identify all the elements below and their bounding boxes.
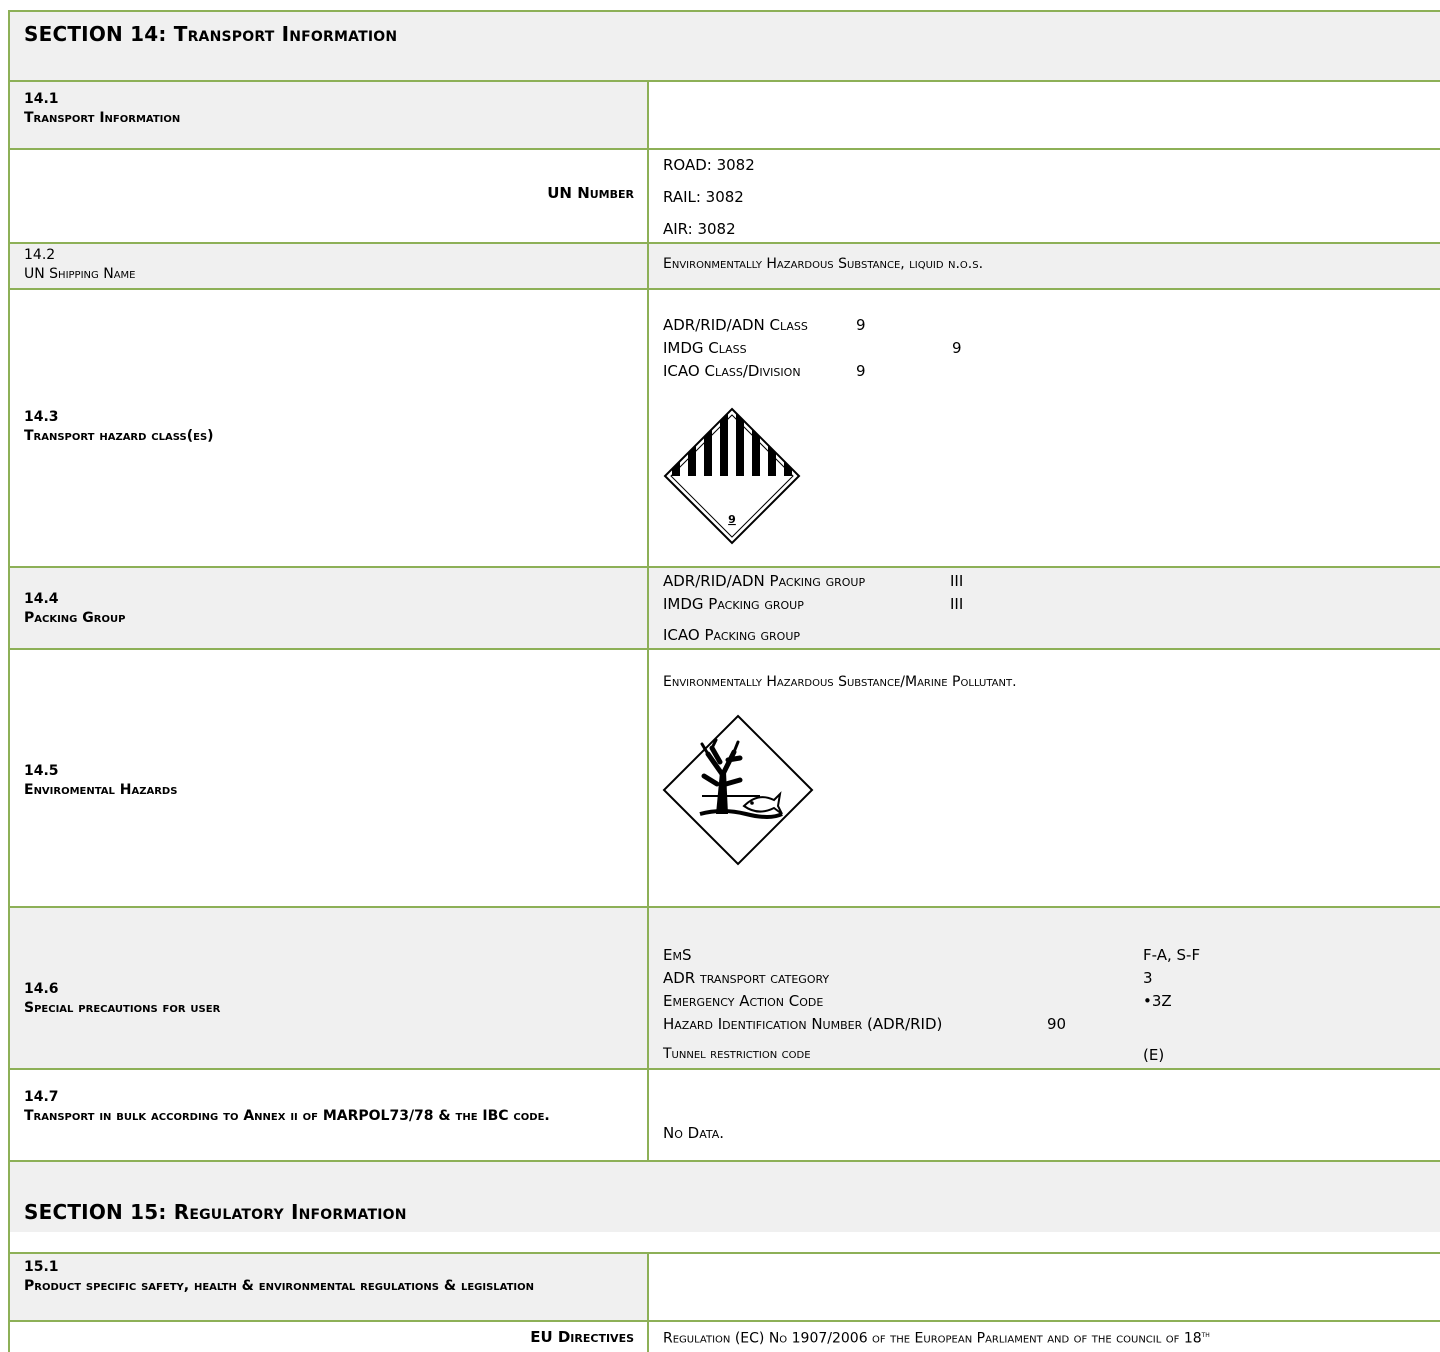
precaution-hin-value: 90: [1047, 1015, 1067, 1033]
rule-top: [8, 10, 1440, 12]
packing-icao-name: ICAO Packing group: [663, 626, 801, 644]
hazard-class-adr-value: 9: [856, 316, 866, 334]
precaution-tunnel-name: Tunnel restriction code: [663, 1046, 811, 1062]
row-14-7-label: 14.7 Transport in bulk according to Anne…: [24, 1089, 550, 1124]
sds-page: SECTION 14: Transport Information 14.1 T…: [0, 0, 1440, 1352]
section-15-title: SECTION 15: Regulatory Information: [24, 1200, 407, 1224]
class-9-miscellaneous-hazard-icon: 9: [663, 407, 801, 545]
precaution-adr-category-value: 3: [1143, 969, 1153, 987]
environment-hazard-dead-tree-fish-icon: [662, 714, 814, 866]
row-14-2-label: 14.2 UN Shipping Name: [24, 247, 136, 282]
rule-after-un-number: [8, 242, 1440, 244]
precaution-eac-value: •3Z: [1143, 992, 1172, 1010]
packing-adr-name: ADR/RID/ADN Packing group: [663, 572, 866, 590]
precaution-adr-category-name: ADR transport category: [663, 969, 830, 987]
row-14-5-label: 14.5 Enviromental Hazards: [24, 763, 178, 798]
un-number-rail: RAIL: 3082: [663, 188, 744, 206]
environmental-hazard-value: Environmentally Hazardous Substance/Mari…: [663, 674, 1017, 690]
eu-directives-value: Regulation (EC) No 1907/2006 of the Euro…: [663, 1330, 1210, 1347]
rule-after-14-2: [8, 288, 1440, 290]
packing-imdg-value: III: [950, 595, 964, 613]
row-14-3-label: 14.3 Transport hazard class(es): [24, 409, 214, 444]
precaution-hin-name: Hazard Identification Number (ADR/RID): [663, 1015, 943, 1033]
rule-after-14-4: [8, 648, 1440, 650]
un-number-road: ROAD: 3082: [663, 156, 755, 174]
rule-after-section-15-header: [8, 1252, 1440, 1254]
hazard-class-adr-name: ADR/RID/ADN Class: [663, 316, 808, 334]
class-9-digit: 9: [728, 513, 736, 526]
un-number-label: UN Number: [547, 184, 634, 202]
hazard-class-icao-value: 9: [856, 362, 866, 380]
un-number-air: AIR: 3082: [663, 220, 736, 238]
rule-after-14-5: [8, 906, 1440, 908]
left-border: [8, 10, 10, 1352]
rule-after-section-14-header: [8, 80, 1440, 82]
hazard-class-imdg-value: 9: [952, 339, 962, 357]
row-14-4-label: 14.4 Packing Group: [24, 591, 126, 626]
spacer-band: [10, 1162, 1440, 1190]
row-14-1-label: 14.1 Transport Information: [24, 91, 181, 126]
rule-after-14-1: [8, 148, 1440, 150]
rule-after-15-1: [8, 1320, 1440, 1322]
row-14-6-band: [10, 908, 1440, 1068]
eu-directives-label: EU Directives: [530, 1328, 634, 1346]
section-14-title: SECTION 14: Transport Information: [24, 22, 398, 46]
precaution-tunnel-value: (E): [1143, 1046, 1165, 1064]
precaution-ems-value: F-A, S-F: [1143, 946, 1201, 964]
row-15-1-label: 15.1 Product specific safety, health & e…: [24, 1259, 535, 1294]
rule-after-14-6: [8, 1068, 1440, 1070]
precaution-ems-name: EmS: [663, 946, 692, 964]
hazard-class-imdg-name: IMDG Class: [663, 339, 747, 357]
hazard-class-icao-name: ICAO Class/Division: [663, 362, 801, 380]
rule-after-14-7: [8, 1160, 1440, 1162]
packing-adr-value: III: [950, 572, 964, 590]
row-14-6-label: 14.6 Special precautions for user: [24, 981, 221, 1016]
column-divider-15: [647, 1254, 649, 1352]
shipping-name-value: Environmentally Hazardous Substance, liq…: [663, 256, 984, 272]
packing-imdg-name: IMDG Packing group: [663, 595, 804, 613]
precaution-eac-name: Emergency Action Code: [663, 992, 824, 1010]
rule-after-14-3: [8, 566, 1440, 568]
bulk-transport-value: No Data.: [663, 1124, 725, 1142]
